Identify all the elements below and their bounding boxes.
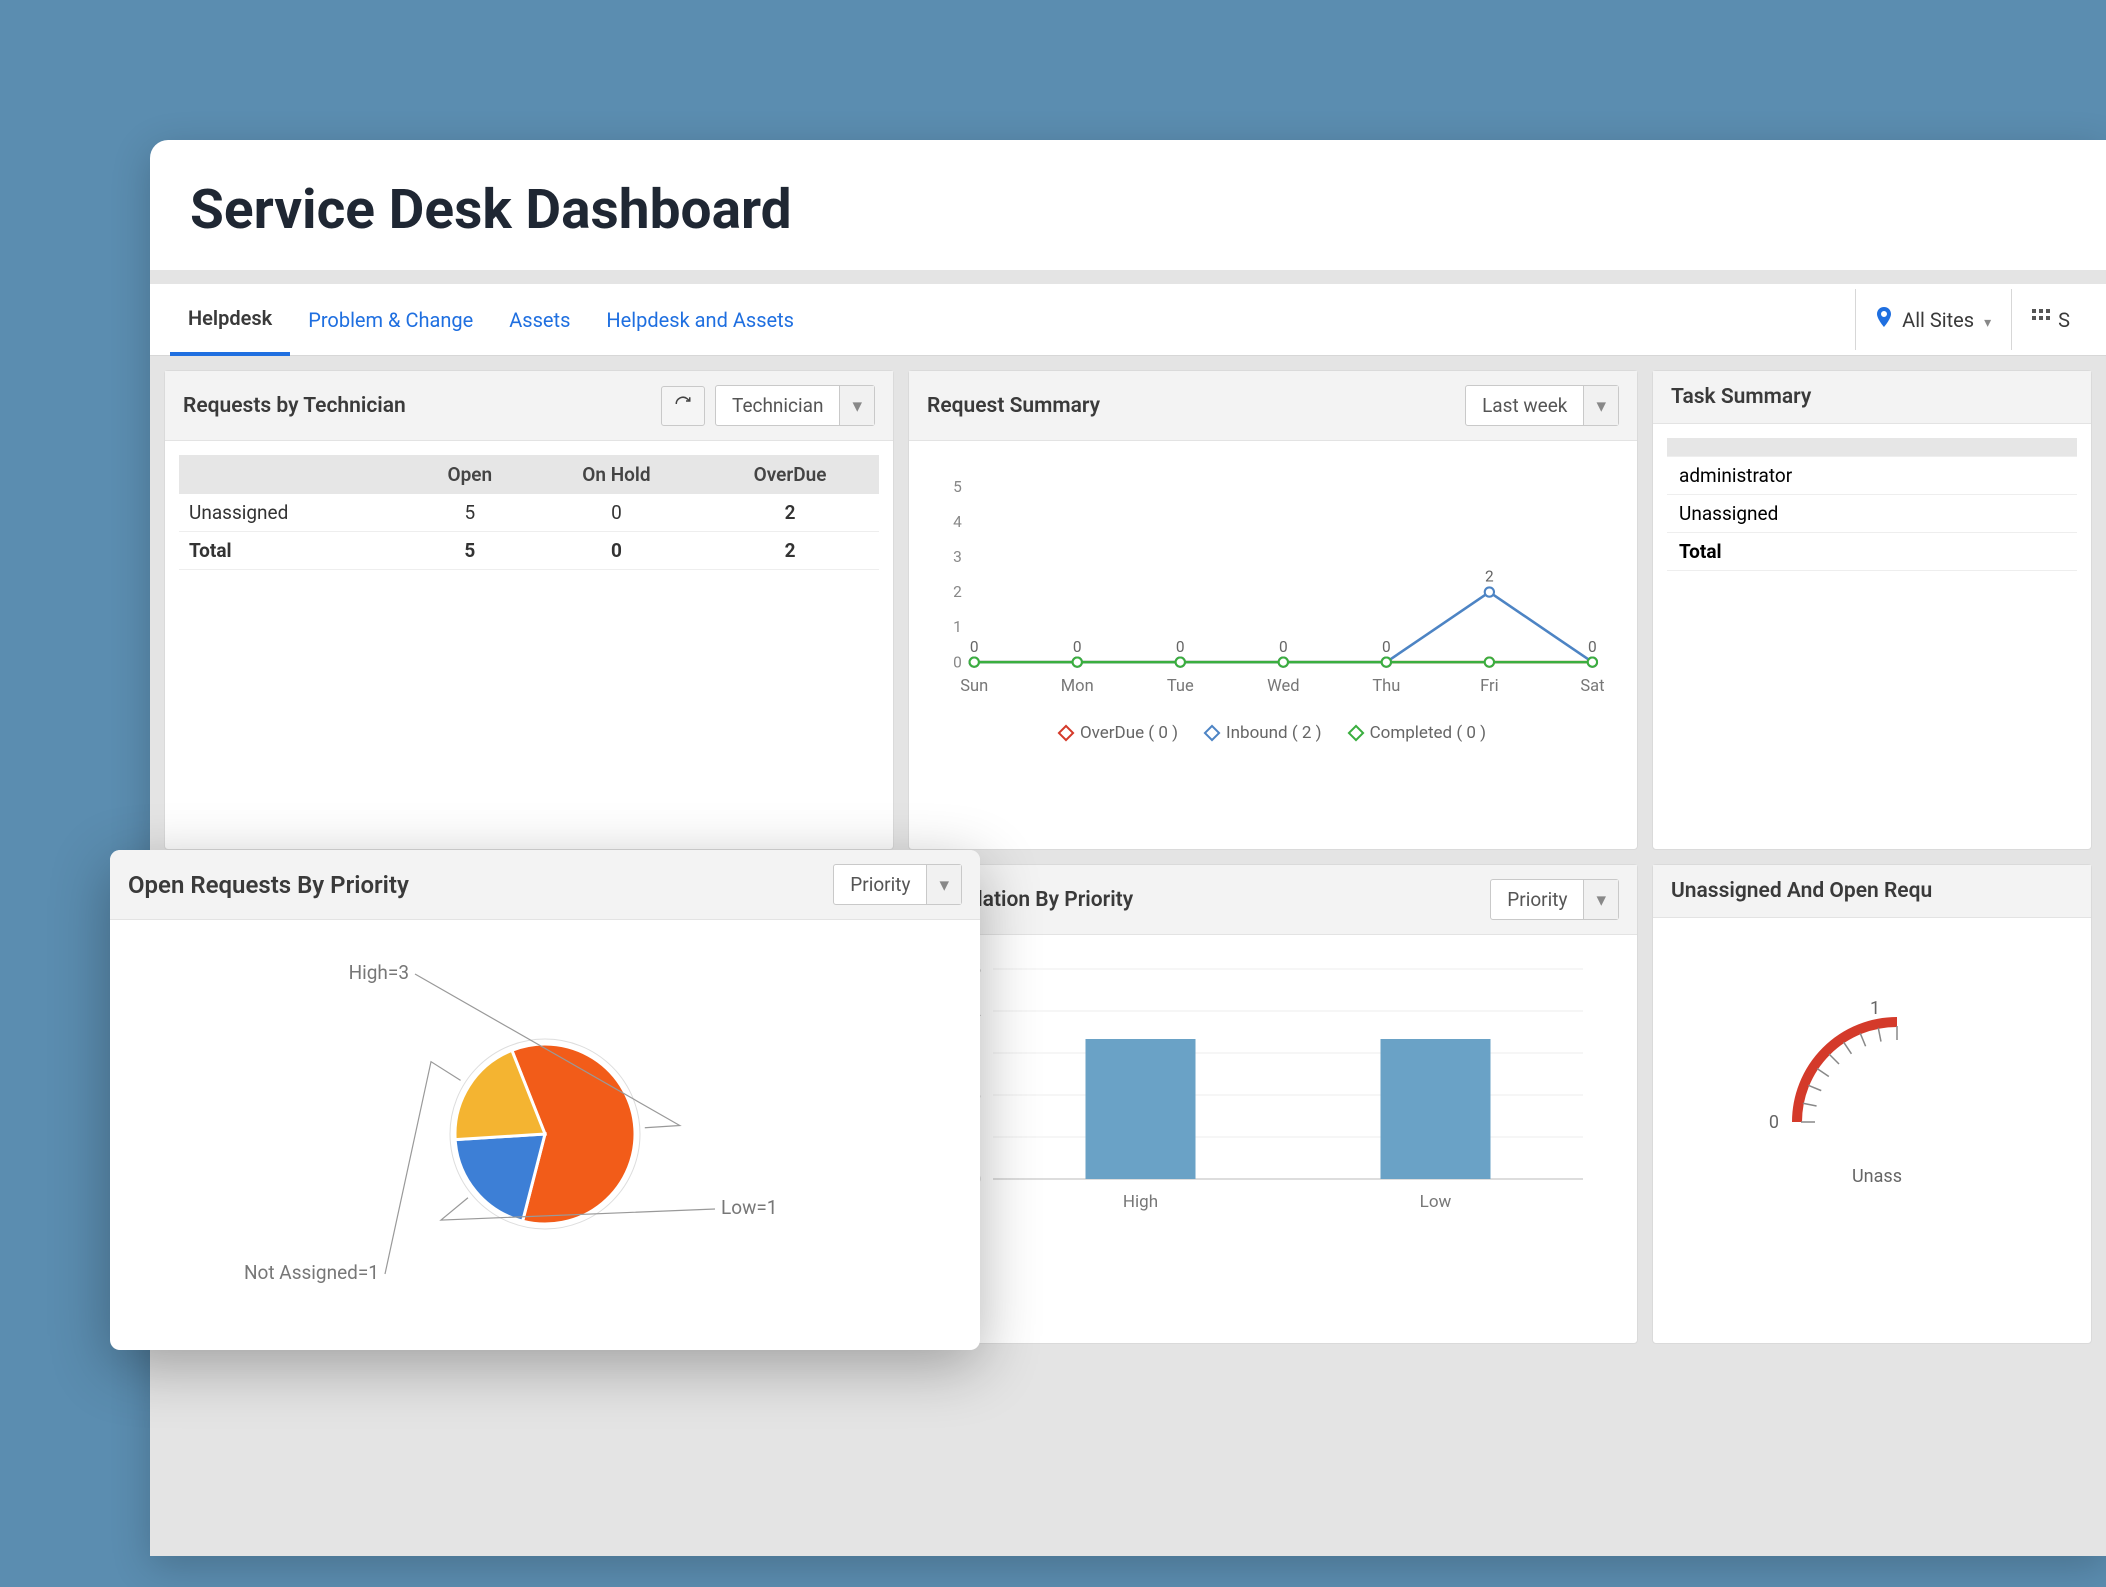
right-extra-control[interactable]: S bbox=[2016, 290, 2086, 350]
svg-text:0: 0 bbox=[1588, 638, 1597, 656]
right-extra-label: S bbox=[2058, 308, 2070, 332]
svg-text:0: 0 bbox=[1073, 638, 1082, 656]
svg-text:Unass: Unass bbox=[1852, 1166, 1902, 1187]
tabbar: Helpdesk Problem & Change Assets Helpdes… bbox=[150, 284, 2106, 356]
period-dropdown[interactable]: Last week ▾ bbox=[1465, 385, 1619, 426]
dropdown-label: Priority bbox=[834, 865, 926, 904]
cell-onhold: 0 bbox=[532, 532, 701, 570]
col-blank bbox=[179, 455, 408, 494]
subheader-strip bbox=[150, 270, 2106, 284]
cell-label: Unassigned bbox=[1667, 494, 2077, 532]
refresh-icon bbox=[674, 395, 692, 413]
card-requests-by-technician: Requests by Technician Technician ▾ bbox=[164, 370, 894, 850]
tab-assets[interactable]: Assets bbox=[491, 286, 588, 354]
card-unassigned-open: Unassigned And Open Requ 0 1 Unass bbox=[1652, 864, 2092, 1344]
dropdown-label: Last week bbox=[1466, 386, 1583, 425]
tab-helpdesk-and-assets[interactable]: Helpdesk and Assets bbox=[588, 286, 812, 354]
svg-text:Fri: Fri bbox=[1480, 677, 1498, 696]
gauge-chart: 0 1 Unass bbox=[1707, 972, 2091, 1196]
chevron-down-icon bbox=[1984, 308, 1991, 332]
svg-text:Thu: Thu bbox=[1372, 677, 1400, 696]
technician-table: Open On Hold OverDue Unassigned 5 0 2 bbox=[179, 455, 879, 570]
table-header-row bbox=[1667, 438, 2077, 456]
card-title: Request Summary bbox=[927, 394, 1100, 418]
svg-text:1: 1 bbox=[1870, 998, 1880, 1019]
refresh-button[interactable] bbox=[661, 386, 705, 426]
cell-label: Total bbox=[1667, 532, 2077, 570]
chart-legend: OverDue ( 0 ) Inbound ( 2 ) Completed ( … bbox=[923, 723, 1623, 743]
priority-pie-chart: High=3 Low=1 Not Assigned=1 bbox=[124, 934, 966, 1314]
svg-text:2: 2 bbox=[953, 583, 962, 601]
col-onhold: On Hold bbox=[532, 455, 701, 494]
chevron-down-icon: ▾ bbox=[1583, 386, 1618, 425]
card-task-summary: Task Summary administrator Unassigned To… bbox=[1652, 370, 2092, 850]
task-summary-table: administrator Unassigned Total bbox=[1667, 438, 2077, 571]
cell-open: 5 bbox=[408, 532, 532, 570]
legend-inbound: Inbound ( 2 ) bbox=[1206, 723, 1322, 743]
card-title: Requests by Technician bbox=[183, 394, 406, 418]
svg-text:Sat: Sat bbox=[1580, 677, 1604, 696]
cell-open: 5 bbox=[408, 494, 532, 532]
card-request-summary: Request Summary Last week ▾ 012345000002… bbox=[908, 370, 1638, 850]
svg-text:2: 2 bbox=[1485, 568, 1494, 586]
svg-text:Mon: Mon bbox=[1061, 677, 1094, 696]
page-title: Service Desk Dashboard bbox=[150, 140, 2106, 270]
cell-onhold: 0 bbox=[532, 494, 701, 532]
cell-overdue: 2 bbox=[701, 494, 879, 532]
col-overdue: OverDue bbox=[701, 455, 879, 494]
site-filter-label: All Sites bbox=[1902, 308, 1974, 332]
table-row: administrator bbox=[1667, 456, 2077, 494]
svg-text:3: 3 bbox=[953, 548, 962, 566]
legend-completed: Completed ( 0 ) bbox=[1350, 723, 1486, 743]
card-title: Task Summary bbox=[1671, 385, 1811, 409]
svg-text:Low=1: Low=1 bbox=[721, 1196, 777, 1219]
table-header-row: Open On Hold OverDue bbox=[179, 455, 879, 494]
card-title: Unassigned And Open Requ bbox=[1671, 879, 1932, 903]
priority-dropdown[interactable]: Priority ▾ bbox=[833, 864, 962, 905]
svg-text:0: 0 bbox=[1279, 638, 1288, 656]
svg-text:0: 0 bbox=[1382, 638, 1391, 656]
dropdown-label: Technician bbox=[716, 386, 839, 425]
card-sla-violation: A Violation By Priority Priority ▾ 00.30… bbox=[908, 864, 1638, 1344]
technician-dropdown[interactable]: Technician ▾ bbox=[715, 385, 875, 426]
svg-text:0: 0 bbox=[1176, 638, 1185, 656]
table-row: Unassigned 5 0 2 bbox=[179, 494, 879, 532]
svg-text:Wed: Wed bbox=[1267, 677, 1299, 696]
svg-text:Not Assigned=1: Not Assigned=1 bbox=[244, 1261, 379, 1284]
svg-text:High=3: High=3 bbox=[349, 961, 409, 984]
svg-text:High: High bbox=[1123, 1192, 1158, 1212]
table-row: Total 5 0 2 bbox=[179, 532, 879, 570]
svg-text:0: 0 bbox=[953, 653, 962, 671]
svg-text:4: 4 bbox=[953, 513, 962, 531]
dropdown-label: Priority bbox=[1491, 880, 1583, 919]
svg-text:Low: Low bbox=[1420, 1192, 1452, 1212]
sla-bar-chart: 00.30.60.91.21.5HighLow bbox=[933, 959, 1613, 1219]
svg-text:0: 0 bbox=[1769, 1112, 1779, 1133]
location-pin-icon bbox=[1876, 307, 1892, 332]
table-row: Unassigned bbox=[1667, 494, 2077, 532]
cell-label: Unassigned bbox=[179, 494, 408, 532]
chevron-down-icon: ▾ bbox=[839, 386, 874, 425]
svg-text:Tue: Tue bbox=[1167, 677, 1194, 696]
legend-overdue: OverDue ( 0 ) bbox=[1060, 723, 1178, 743]
svg-text:0: 0 bbox=[970, 638, 979, 656]
tab-helpdesk[interactable]: Helpdesk bbox=[170, 284, 290, 356]
col-open: Open bbox=[408, 455, 532, 494]
card-title: Open Requests By Priority bbox=[128, 871, 409, 899]
cell-overdue: 2 bbox=[701, 532, 879, 570]
cell-label: Total bbox=[179, 532, 408, 570]
cell-label: administrator bbox=[1667, 456, 2077, 494]
chevron-down-icon: ▾ bbox=[1583, 880, 1618, 919]
table-row: Total bbox=[1667, 532, 2077, 570]
request-summary-chart: 0123450000020SunMonTueWedThuFriSat bbox=[933, 465, 1613, 715]
site-filter-dropdown[interactable]: All Sites bbox=[1855, 289, 2012, 350]
grid-icon bbox=[2032, 308, 2050, 332]
svg-text:Sun: Sun bbox=[960, 677, 988, 696]
svg-text:1: 1 bbox=[953, 618, 962, 636]
chevron-down-icon: ▾ bbox=[926, 865, 961, 904]
svg-text:5: 5 bbox=[953, 478, 962, 496]
card-open-requests-by-priority: Open Requests By Priority Priority ▾ Hig… bbox=[110, 850, 980, 1350]
tab-problem-change[interactable]: Problem & Change bbox=[290, 286, 491, 354]
priority-dropdown[interactable]: Priority ▾ bbox=[1490, 879, 1619, 920]
